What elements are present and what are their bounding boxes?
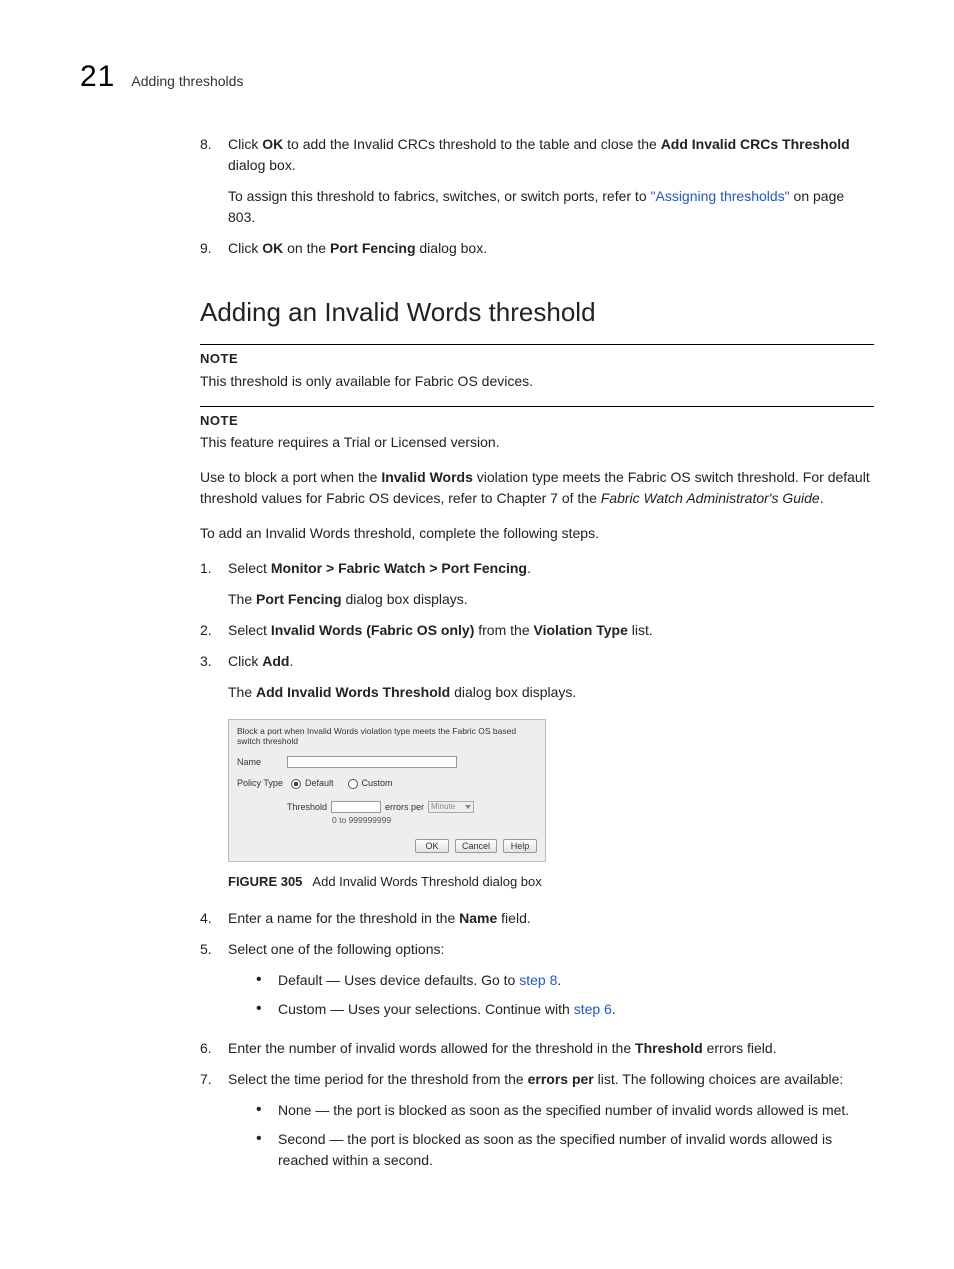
step-9-para: Click OK on the Port Fencing dialog box. <box>228 238 874 259</box>
radio-custom[interactable] <box>348 779 358 789</box>
step-number: 9. <box>200 238 228 259</box>
note-text: This threshold is only available for Fab… <box>200 371 874 392</box>
step-8-para-1: Click OK to add the Invalid CRCs thresho… <box>228 134 874 176</box>
proc-step-5: 5. Select one of the following options: … <box>200 939 874 1028</box>
threshold-input[interactable] <box>331 801 381 813</box>
header-title: Adding thresholds <box>131 73 243 89</box>
chapter-number: 21 <box>80 60 115 94</box>
section-heading: Adding an Invalid Words threshold <box>200 293 874 332</box>
step-8-para-2: To assign this threshold to fabrics, swi… <box>228 186 874 228</box>
figure-305: Block a port when Invalid Words violatio… <box>228 719 874 862</box>
note-2: NOTE This feature requires a Trial or Li… <box>200 406 874 454</box>
step-9: 9. Click OK on the Port Fencing dialog b… <box>200 238 874 259</box>
intro-paragraph-2: To add an Invalid Words threshold, compl… <box>200 523 874 544</box>
step-number: 4. <box>200 908 228 929</box>
step-number: 1. <box>200 558 228 610</box>
threshold-range-hint: 0 to 999999999 <box>332 815 537 825</box>
help-button[interactable]: Help <box>503 839 537 853</box>
note-label: NOTE <box>200 411 874 431</box>
proc-step-7: 7. Select the time period for the thresh… <box>200 1069 874 1179</box>
policy-type-label: Policy Type <box>237 778 287 789</box>
proc-step-3: 3. Click Add. The Add Invalid Words Thre… <box>200 651 874 703</box>
page-header: 21 Adding thresholds <box>80 60 874 94</box>
proc-step-2: 2. Select Invalid Words (Fabric OS only)… <box>200 620 874 641</box>
step-8: 8. Click OK to add the Invalid CRCs thre… <box>200 134 874 228</box>
dialog-description: Block a port when Invalid Words violatio… <box>237 726 537 746</box>
step-number: 7. <box>200 1069 228 1179</box>
cancel-button[interactable]: Cancel <box>455 839 497 853</box>
proc-step-1: 1. Select Monitor > Fabric Watch > Port … <box>200 558 874 610</box>
step-number: 5. <box>200 939 228 1028</box>
step-number: 2. <box>200 620 228 641</box>
step-number: 8. <box>200 134 228 228</box>
radio-custom-label: Custom <box>362 778 393 789</box>
ok-button[interactable]: OK <box>415 839 449 853</box>
list-item: Second — the port is blocked as soon as … <box>256 1129 874 1171</box>
name-input[interactable] <box>287 756 457 768</box>
list-item: Custom — Uses your selections. Continue … <box>256 999 874 1020</box>
step-number: 6. <box>200 1038 228 1059</box>
note-1: NOTE This threshold is only available fo… <box>200 344 874 392</box>
add-invalid-words-threshold-dialog: Block a port when Invalid Words violatio… <box>228 719 546 862</box>
note-label: NOTE <box>200 349 874 369</box>
step-number: 3. <box>200 651 228 703</box>
name-label: Name <box>237 757 287 768</box>
link-step-6[interactable]: step 6 <box>574 1001 612 1017</box>
chevron-down-icon <box>465 805 471 809</box>
figure-caption: FIGURE 305Add Invalid Words Threshold di… <box>228 872 874 892</box>
radio-default[interactable] <box>291 779 301 789</box>
link-step-8[interactable]: step 8 <box>519 972 557 988</box>
threshold-label: Threshold <box>287 802 327 813</box>
proc-step-6: 6. Enter the number of invalid words all… <box>200 1038 874 1059</box>
time-unit-select[interactable]: Minute <box>428 801 474 813</box>
document-page: 21 Adding thresholds 8. Click OK to add … <box>0 0 954 1269</box>
list-item: None — the port is blocked as soon as th… <box>256 1100 874 1121</box>
proc-step-4: 4. Enter a name for the threshold in the… <box>200 908 874 929</box>
content-area: 8. Click OK to add the Invalid CRCs thre… <box>200 134 874 1179</box>
radio-default-label: Default <box>305 778 334 789</box>
list-item: Default — Uses device defaults. Go to st… <box>256 970 874 991</box>
link-assigning-thresholds[interactable]: "Assigning thresholds" <box>651 188 790 204</box>
intro-paragraph-1: Use to block a port when the Invalid Wor… <box>200 467 874 509</box>
note-text: This feature requires a Trial or License… <box>200 432 874 453</box>
errors-per-label: errors per <box>385 802 424 813</box>
